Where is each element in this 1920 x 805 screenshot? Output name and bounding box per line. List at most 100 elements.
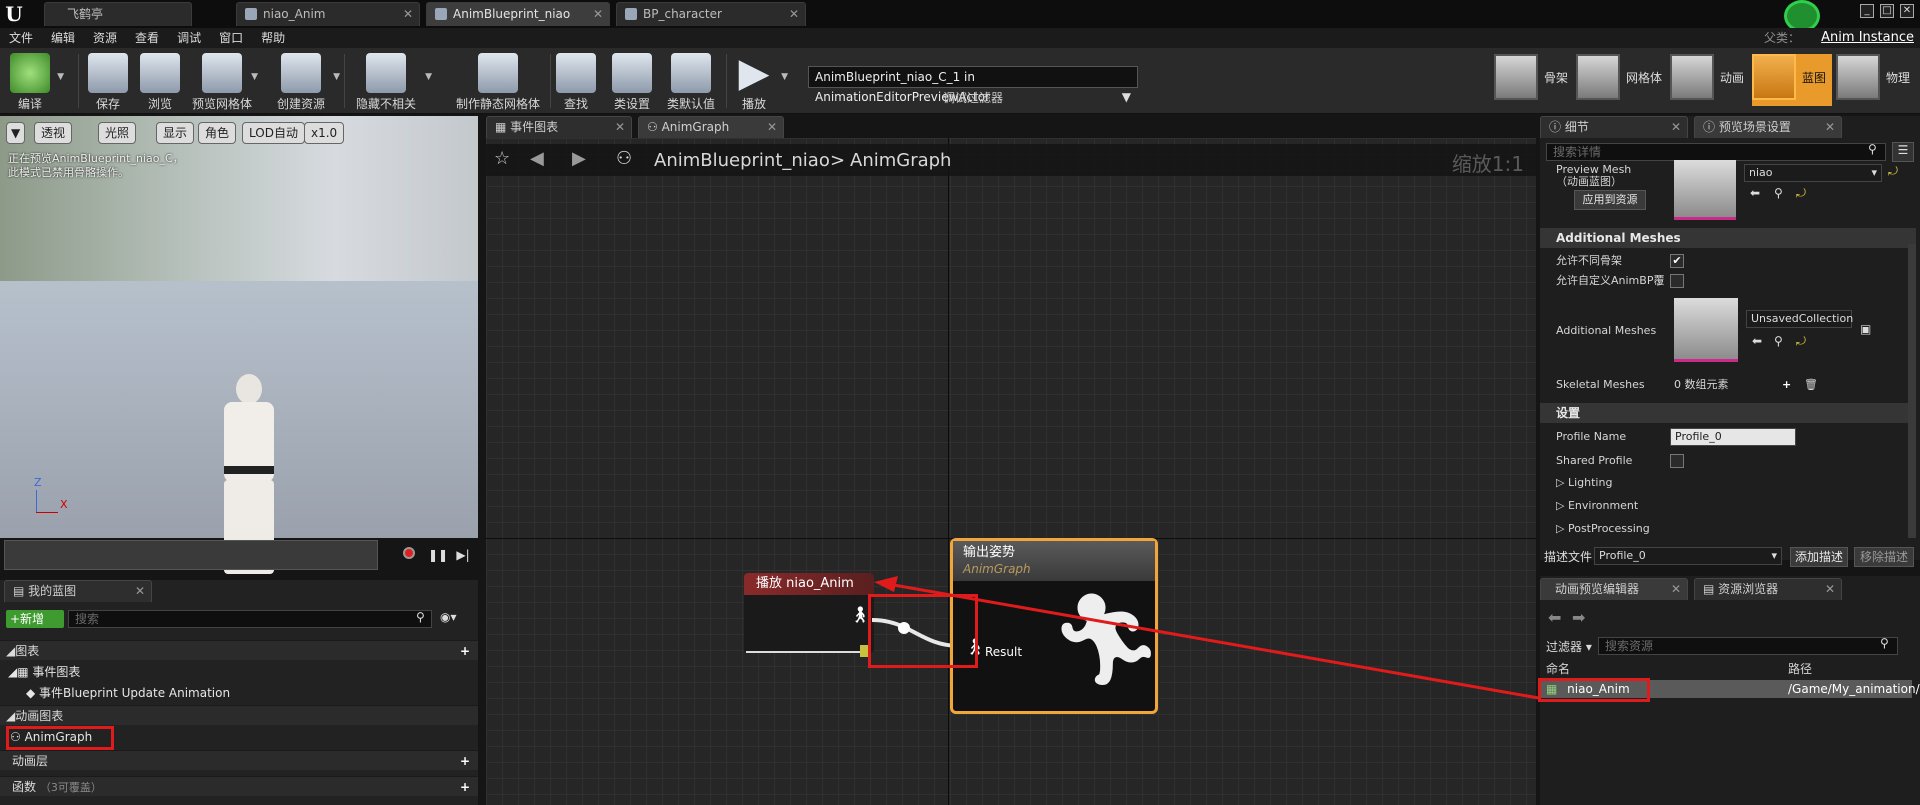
- use-selected-icon[interactable]: ⬅: [1752, 334, 1762, 348]
- add-new-button[interactable]: +新增: [6, 610, 64, 628]
- chevron-down-icon[interactable]: ▼: [57, 72, 64, 82]
- chevron-down-icon[interactable]: ▼: [425, 72, 432, 82]
- menu-asset[interactable]: 资源: [84, 28, 126, 48]
- compile-button[interactable]: 编译 ▼: [6, 48, 64, 114]
- collection-thumbnail[interactable]: [1674, 298, 1738, 362]
- details-search-input[interactable]: 搜索详情: [1546, 143, 1886, 161]
- maximize-icon[interactable]: □: [1880, 4, 1894, 18]
- chevron-down-icon[interactable]: ▼: [251, 72, 258, 82]
- reset-icon[interactable]: ⤾: [1796, 186, 1806, 201]
- save-button[interactable]: 保存: [88, 48, 128, 114]
- play-sequence-node[interactable]: 播放 niao_Anim 🚶︎: [744, 573, 874, 657]
- star-icon[interactable]: ☆: [494, 148, 510, 169]
- lighting-button[interactable]: 光照: [98, 122, 137, 144]
- add-icon[interactable]: +: [460, 777, 470, 797]
- details-scrollbar[interactable]: [1908, 244, 1916, 538]
- create-asset-button[interactable]: 创建资源 ▼: [276, 48, 340, 114]
- play-rate-handle[interactable]: [860, 645, 868, 657]
- use-selected-icon[interactable]: ⬅: [1750, 186, 1760, 200]
- shared-profile-checkbox[interactable]: [1670, 454, 1684, 468]
- browse-button[interactable]: 浏览: [140, 48, 180, 114]
- tab-asset-browser[interactable]: ▤ 资源浏览器 ✕: [1694, 578, 1842, 600]
- menu-view[interactable]: 查看: [126, 28, 168, 48]
- show-button[interactable]: 显示: [156, 122, 195, 144]
- debug-filter-select[interactable]: AnimBlueprint_niao_C_1 in AnimationEdito…: [808, 66, 1138, 104]
- breadcrumb-blueprint[interactable]: AnimBlueprint_niao: [654, 150, 830, 171]
- mode-animation[interactable]: 动画: [1670, 54, 1744, 106]
- tab-details[interactable]: ⓘ 细节 ✕: [1540, 116, 1688, 138]
- perspective-button[interactable]: 透视: [34, 122, 73, 144]
- filter-dropdown[interactable]: 过滤器 ▾: [1546, 638, 1592, 655]
- hide-unrelated-button[interactable]: 隐藏不相关 ▼: [354, 48, 432, 114]
- add-icon[interactable]: +: [460, 751, 470, 771]
- chevron-down-icon[interactable]: ▼: [333, 72, 340, 82]
- character-button[interactable]: 角色: [198, 122, 237, 144]
- asset-search-input[interactable]: 搜索资源: [1598, 637, 1898, 655]
- tab-anim-preview-editor[interactable]: 动画预览编辑器 ✕: [1540, 578, 1688, 600]
- menu-help[interactable]: 帮助: [252, 28, 294, 48]
- back-icon[interactable]: ⬅: [1548, 608, 1561, 627]
- close-icon[interactable]: ✕: [1825, 117, 1835, 137]
- breadcrumb-graph[interactable]: AnimGraph: [850, 150, 951, 171]
- chevron-down-icon[interactable]: ▼: [781, 72, 788, 82]
- row-environment[interactable]: ▷ Environment: [1540, 495, 1920, 517]
- collection-select[interactable]: UnsavedCollection: [1746, 310, 1853, 328]
- record-icon[interactable]: [400, 546, 418, 564]
- remove-description-button[interactable]: 移除描述: [1854, 547, 1914, 567]
- make-static-mesh-button[interactable]: 制作静态网格体: [454, 48, 542, 114]
- tab-niao-anim[interactable]: niao_Anim ✕: [236, 2, 420, 26]
- section-anim-layers[interactable]: 动画层 +: [0, 750, 478, 770]
- row-postprocessing[interactable]: ▷ PostProcessing: [1540, 518, 1920, 540]
- row-lighting[interactable]: ▷ Lighting: [1540, 472, 1920, 494]
- view-options-icon[interactable]: ☰: [1892, 142, 1914, 162]
- section-settings[interactable]: 设置: [1540, 403, 1916, 423]
- menu-edit[interactable]: 编辑: [42, 28, 84, 48]
- allow-different-skeleton-checkbox[interactable]: ✔: [1670, 254, 1684, 268]
- back-icon[interactable]: ◀: [530, 148, 544, 169]
- profile-name-input[interactable]: Profile_0: [1670, 428, 1796, 446]
- timeline-bar[interactable]: [4, 540, 378, 570]
- tab-bp-character[interactable]: BP_character ✕: [616, 2, 806, 26]
- mesh-select[interactable]: niao ▾: [1744, 164, 1882, 182]
- find-button[interactable]: 查找: [556, 48, 596, 114]
- tree-event-update[interactable]: ◆ 事件Blueprint Update Animation: [0, 683, 478, 703]
- close-icon[interactable]: ✕: [1671, 579, 1681, 599]
- reset-icon[interactable]: ⤾: [1796, 334, 1806, 349]
- forward-icon[interactable]: ▶: [572, 148, 586, 169]
- close-icon[interactable]: ✕: [1825, 579, 1835, 599]
- mode-skeleton[interactable]: 骨架: [1494, 54, 1568, 106]
- tab-preview-scene[interactable]: ⓘ 预览场景设置 ✕: [1694, 116, 1842, 138]
- parent-class-link[interactable]: Anim Instance: [1821, 28, 1914, 48]
- step-forward-icon[interactable]: ▶|: [454, 546, 472, 564]
- tab-my-blueprint[interactable]: ▤ 我的蓝图 ✕: [4, 580, 152, 602]
- apply-to-asset-button[interactable]: 应用到资源: [1574, 190, 1646, 210]
- add-description-button[interactable]: 添加描述: [1790, 547, 1848, 567]
- menu-file[interactable]: 文件: [0, 28, 42, 48]
- forward-icon[interactable]: ➡: [1572, 608, 1585, 627]
- close-icon[interactable]: ✕: [593, 3, 603, 25]
- minimize-icon[interactable]: _: [1860, 4, 1874, 18]
- section-anim-graphs[interactable]: ◢动画图表: [0, 705, 478, 725]
- column-path[interactable]: 路径: [1788, 660, 1812, 677]
- allow-custom-anim-bp-checkbox[interactable]: [1670, 274, 1684, 288]
- mode-physics[interactable]: 物理: [1836, 54, 1910, 106]
- preview-viewport[interactable]: ▼ 透视 光照 显示 角色 LOD自动 x1.0 正在预览AnimBluepri…: [0, 116, 478, 574]
- tab-event-graph[interactable]: ▦ 事件图表 ✕: [486, 116, 632, 138]
- eye-icon[interactable]: ◉▾: [440, 610, 457, 624]
- close-icon[interactable]: ✕: [403, 3, 413, 25]
- unreal-logo-icon[interactable]: U: [2, 2, 26, 26]
- browse-icon[interactable]: ⚲: [1774, 186, 1783, 200]
- tab-anim-graph[interactable]: ⚇ AnimGraph ✕: [638, 116, 784, 138]
- description-file-select[interactable]: Profile_0 ▾: [1594, 547, 1782, 565]
- reset-icon[interactable]: ⤾: [1888, 164, 1898, 179]
- close-icon[interactable]: ✕: [1671, 117, 1681, 137]
- section-functions[interactable]: 函数 （3可覆盖） +: [0, 776, 478, 796]
- menu-window[interactable]: 窗口: [210, 28, 252, 48]
- preview-mesh-button[interactable]: 预览网格体 ▼: [192, 48, 258, 114]
- pause-icon[interactable]: ❚❚: [428, 546, 448, 564]
- viewport-options-button[interactable]: ▼: [6, 122, 26, 144]
- add-icon[interactable]: +: [460, 641, 470, 661]
- tab-project[interactable]: 飞鹤亭: [44, 2, 192, 26]
- trash-icon[interactable]: 🗑︎: [1804, 374, 1818, 396]
- menu-debug[interactable]: 调试: [168, 28, 210, 48]
